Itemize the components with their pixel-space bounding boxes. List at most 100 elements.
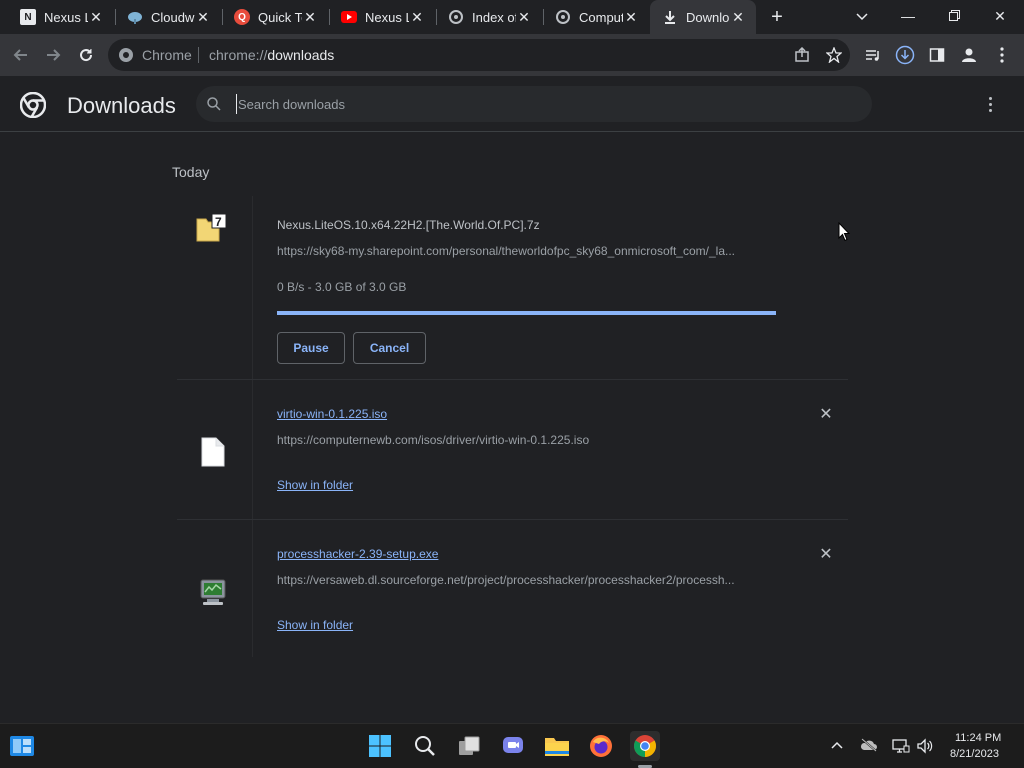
widgets-button[interactable] [8, 732, 36, 760]
close-tab-icon[interactable]: ✕ [302, 9, 318, 25]
share-button[interactable] [790, 43, 814, 67]
omnibox-divider [198, 47, 199, 63]
side-panel-button[interactable] [925, 43, 949, 67]
firefox-button[interactable] [587, 732, 615, 760]
clock-date[interactable]: 8/21/2023 [950, 748, 999, 760]
clock-time[interactable]: 11:24 PM [955, 732, 1001, 744]
process-hacker-app-icon [200, 579, 226, 605]
file-icon [201, 437, 225, 467]
teams-chat-button[interactable] [499, 732, 527, 760]
back-button[interactable] [9, 43, 33, 67]
forward-button[interactable] [41, 43, 65, 67]
svg-text:7: 7 [215, 215, 222, 229]
show-in-folder-link[interactable]: Show in folder [277, 618, 353, 632]
star-icon [826, 47, 842, 63]
download-circle-icon [895, 45, 915, 65]
chrome-taskbar-button[interactable] [630, 731, 660, 761]
chrome-site-icon[interactable] [118, 47, 134, 63]
reload-button[interactable] [74, 43, 98, 67]
url-path: downloads [267, 47, 335, 63]
pause-button[interactable]: Pause [277, 332, 345, 364]
close-tab-icon[interactable]: ✕ [623, 9, 639, 25]
tab-index-of[interactable]: Index of ✕ [436, 0, 542, 34]
remove-from-list-icon[interactable]: ✕ [818, 407, 834, 423]
media-button[interactable] [861, 43, 885, 67]
network-icon [892, 739, 910, 753]
minimize-button[interactable]: — [885, 0, 931, 34]
arrow-left-icon [13, 49, 27, 61]
media-queue-icon [866, 50, 879, 61]
download-url[interactable]: https://sky68-my.sharepoint.com/personal… [277, 244, 777, 258]
task-view-button[interactable] [455, 732, 483, 760]
downloads-menu-button[interactable] [980, 94, 1000, 114]
widgets-icon [10, 736, 34, 756]
chevron-down-icon [856, 13, 868, 21]
tab-search-button[interactable] [839, 0, 885, 34]
windows-logo-icon [369, 735, 391, 757]
downloads-toolbar-button[interactable] [893, 43, 917, 67]
close-tab-icon[interactable]: ✕ [516, 9, 532, 25]
quick-favicon-icon: Q [234, 9, 250, 25]
page-title: Downloads [67, 93, 176, 118]
chrome-icon [634, 735, 656, 757]
close-tab-icon[interactable]: ✕ [409, 9, 425, 25]
tab-quick[interactable]: Q Quick Te ✕ [222, 0, 328, 34]
tab-cloudwa[interactable]: Cloudwa ✕ [115, 0, 221, 34]
close-tab-icon[interactable]: ✕ [88, 9, 104, 25]
onedrive-tray-icon[interactable] [860, 738, 877, 754]
side-panel-icon [929, 48, 945, 62]
more-vert-icon [1000, 47, 1004, 63]
tab-nexus-youtube[interactable]: Nexus L ✕ [329, 0, 435, 34]
tab-strip: N Nexus Li ✕ Cloudwa ✕ Q Quick Te ✕ Nexu… [0, 0, 1024, 34]
computernewb-favicon-icon [555, 9, 571, 25]
search-input[interactable] [236, 94, 836, 114]
download-progress-bar [277, 311, 776, 315]
new-tab-button[interactable]: + [766, 6, 788, 28]
close-window-button[interactable]: ✕ [977, 0, 1023, 34]
tab-title: Nexus L [365, 9, 409, 25]
mouse-cursor-icon [838, 222, 850, 242]
remove-from-list-icon[interactable]: ✕ [818, 547, 834, 563]
download-filename: Nexus.LiteOS.10.x64.22H2.[The.World.Of.P… [277, 218, 540, 232]
chrome-menu-button[interactable] [990, 43, 1014, 67]
download-url[interactable]: https://computernewb.com/isos/driver/vir… [277, 433, 777, 447]
download-status: 0 B/s - 3.0 GB of 3.0 GB [277, 280, 407, 294]
tab-downloads[interactable]: Downlo ✕ [650, 0, 756, 34]
firefox-icon [590, 735, 612, 757]
file-explorer-button[interactable] [543, 732, 571, 760]
7z-archive-icon: 7 [196, 213, 227, 242]
download-filename-link[interactable]: virtio-win-0.1.225.iso [277, 407, 387, 421]
search-downloads-bar[interactable] [196, 86, 872, 122]
cancel-button[interactable]: Cancel [353, 332, 426, 364]
search-icon [415, 736, 435, 756]
start-button[interactable] [366, 732, 394, 760]
download-item: processhacker-2.39-setup.exe https://ver… [177, 520, 848, 657]
cloud-off-icon [860, 738, 877, 752]
tab-nexus-1[interactable]: N Nexus Li ✕ [8, 0, 114, 34]
close-tab-icon[interactable]: ✕ [195, 9, 211, 25]
address-bar[interactable]: Chrome chrome://downloads [108, 39, 850, 71]
file-icon-column: 7 [177, 196, 253, 380]
index-favicon-icon [448, 9, 464, 25]
tab-computernewb[interactable]: Comput ✕ [543, 0, 649, 34]
reload-icon [80, 49, 93, 62]
task-view-icon [459, 736, 480, 755]
volume-tray-icon[interactable] [916, 738, 933, 754]
download-filename-link[interactable]: processhacker-2.39-setup.exe [277, 547, 438, 561]
bookmark-button[interactable] [822, 43, 846, 67]
chrome-logo-icon [20, 92, 46, 118]
site-label: Chrome [142, 47, 192, 63]
close-tab-icon[interactable]: ✕ [730, 9, 746, 25]
restore-button[interactable] [931, 0, 977, 34]
taskbar-search-button[interactable] [411, 732, 439, 760]
show-in-folder-link[interactable]: Show in folder [277, 478, 353, 492]
nexus-favicon-icon: N [20, 9, 36, 25]
downloads-list: Today 7 Nexus.LiteOS.10.x64.22H2.[The.Wo… [0, 133, 1024, 723]
download-url[interactable]: https://versaweb.dl.sourceforge.net/proj… [277, 573, 777, 587]
file-icon-column [177, 380, 253, 520]
show-hidden-icons-button[interactable] [829, 738, 845, 754]
folder-icon [545, 738, 569, 756]
network-tray-icon[interactable] [892, 738, 910, 754]
url-text[interactable]: chrome://downloads [209, 47, 334, 63]
profile-button[interactable] [957, 43, 981, 67]
